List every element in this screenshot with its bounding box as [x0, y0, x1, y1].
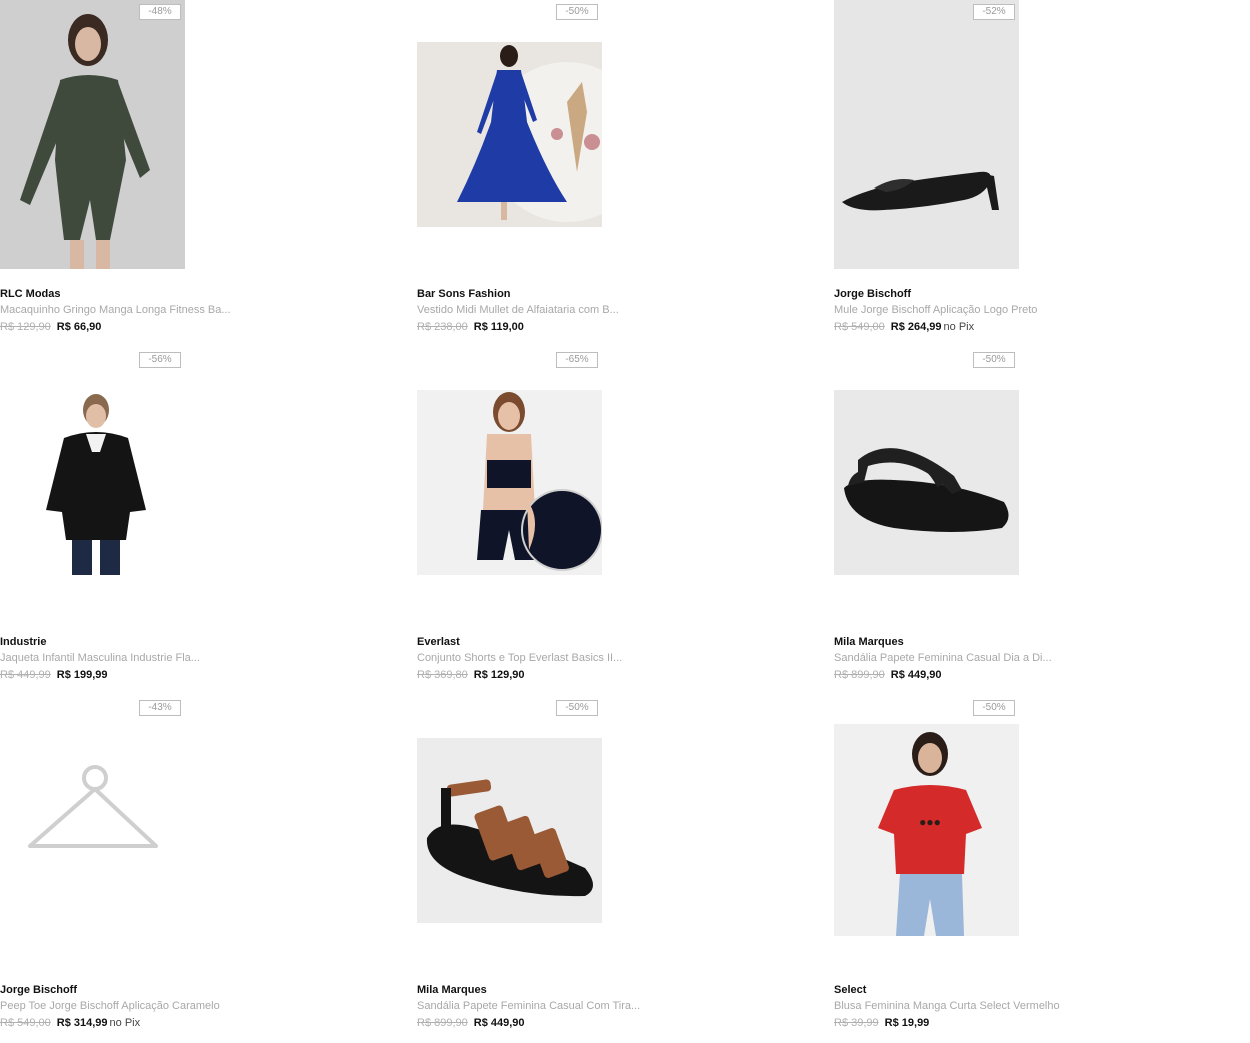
product-image-black-mule[interactable]: [834, 0, 1019, 269]
current-price: R$ 314,99: [56, 1017, 108, 1029]
discount-badge: -48%: [139, 4, 181, 20]
old-price: R$ 549,00: [834, 321, 885, 333]
old-price: R$ 39,99: [834, 1017, 879, 1029]
product-name[interactable]: Sandália Papete Feminina Casual Com Tira…: [417, 1000, 640, 1012]
hanger-placeholder-icon[interactable]: [0, 760, 185, 860]
discount-badge: -56%: [139, 352, 181, 368]
current-price: R$ 264,99: [890, 321, 942, 333]
product-brand[interactable]: Everlast: [417, 636, 460, 648]
product-card[interactable]: -43% Jorge Bischoff Peep Toe Jorge Bisch…: [0, 696, 400, 1041]
old-price: R$ 369,80: [417, 669, 468, 681]
product-card[interactable]: ●●● -50% Select Blusa Feminina Manga Cur…: [834, 696, 1234, 1041]
discount-badge: -50%: [973, 352, 1015, 368]
current-price: R$ 119,00: [473, 321, 524, 333]
price-row: R$ 238,00 R$ 119,00: [417, 321, 526, 333]
current-price: R$ 449,90: [473, 1017, 525, 1029]
product-card[interactable]: -56% Industrie Jaqueta Infantil Masculin…: [0, 348, 400, 693]
product-image-green-romper[interactable]: [0, 0, 185, 269]
product-brand[interactable]: Select: [834, 984, 866, 996]
old-price: R$ 238,00: [417, 321, 468, 333]
product-card[interactable]: -50% Mila Marques Sandália Papete Femini…: [417, 696, 817, 1041]
product-image-black-papete[interactable]: [834, 390, 1019, 575]
product-brand[interactable]: Mila Marques: [417, 984, 487, 996]
product-brand[interactable]: RLC Modas: [0, 288, 61, 300]
product-card[interactable]: -50% Mila Marques Sandália Papete Femini…: [834, 348, 1234, 693]
product-image-sport-set[interactable]: [417, 390, 602, 575]
old-price: R$ 899,90: [417, 1017, 468, 1029]
old-price: R$ 129,90: [0, 321, 51, 333]
price-row: R$ 549,00 R$ 264,99 no Pix: [834, 321, 974, 333]
price-row: R$ 449,99 R$ 199,99: [0, 669, 110, 681]
product-brand[interactable]: Jorge Bischoff: [0, 984, 77, 996]
price-row: R$ 129,90 R$ 66,90: [0, 321, 103, 333]
product-brand[interactable]: Industrie: [0, 636, 46, 648]
svg-text:●●●: ●●●: [919, 815, 941, 829]
product-name[interactable]: Blusa Feminina Manga Curta Select Vermel…: [834, 1000, 1060, 1012]
product-card[interactable]: -48% RLC Modas Macaquinho Gringo Manga L…: [0, 0, 400, 345]
current-price: R$ 199,99: [56, 669, 108, 681]
discount-badge: -43%: [139, 700, 181, 716]
product-card[interactable]: -52% Jorge Bischoff Mule Jorge Bischoff …: [834, 0, 1234, 345]
product-card[interactable]: -50% Bar Sons Fashion Vestido Midi Mulle…: [417, 0, 817, 345]
price-row: R$ 39,99 R$ 19,99: [834, 1017, 931, 1029]
product-image-red-tshirt[interactable]: ●●●: [834, 724, 1019, 936]
product-name[interactable]: Conjunto Shorts e Top Everlast Basics II…: [417, 652, 622, 664]
pix-label: no Pix: [109, 1017, 141, 1029]
price-row: R$ 899,90 R$ 449,90: [417, 1017, 527, 1029]
product-name[interactable]: Sandália Papete Feminina Casual Dia a Di…: [834, 652, 1052, 664]
product-name[interactable]: Peep Toe Jorge Bischoff Aplicação Carame…: [0, 1000, 220, 1012]
product-name[interactable]: Jaqueta Infantil Masculina Industrie Fla…: [0, 652, 200, 664]
old-price: R$ 549,00: [0, 1017, 51, 1029]
product-name[interactable]: Macaquinho Gringo Manga Longa Fitness Ba…: [0, 304, 231, 316]
discount-badge: -50%: [556, 700, 598, 716]
product-image-strap-papete[interactable]: [417, 738, 602, 923]
discount-badge: -50%: [556, 4, 598, 20]
product-image-blue-dress[interactable]: [417, 42, 602, 227]
current-price: R$ 449,90: [890, 669, 942, 681]
product-name[interactable]: Vestido Midi Mullet de Alfaiataria com B…: [417, 304, 619, 316]
current-price: R$ 19,99: [884, 1017, 930, 1029]
price-row: R$ 369,80 R$ 129,90: [417, 669, 527, 681]
discount-badge: -50%: [973, 700, 1015, 716]
product-brand[interactable]: Mila Marques: [834, 636, 904, 648]
pix-label: no Pix: [943, 321, 975, 333]
old-price: R$ 449,99: [0, 669, 51, 681]
product-brand[interactable]: Bar Sons Fashion: [417, 288, 511, 300]
product-card[interactable]: -65% Everlast Conjunto Shorts e Top Ever…: [417, 348, 817, 693]
discount-badge: -65%: [556, 352, 598, 368]
current-price: R$ 129,90: [473, 669, 525, 681]
current-price: R$ 66,90: [56, 321, 102, 333]
product-name[interactable]: Mule Jorge Bischoff Aplicação Logo Preto: [834, 304, 1037, 316]
product-brand[interactable]: Jorge Bischoff: [834, 288, 911, 300]
old-price: R$ 899,90: [834, 669, 885, 681]
discount-badge: -52%: [973, 4, 1015, 20]
price-row: R$ 899,90 R$ 449,90: [834, 669, 944, 681]
price-row: R$ 549,00 R$ 314,99 no Pix: [0, 1017, 140, 1029]
product-image-black-puffer-jacket[interactable]: [0, 390, 185, 575]
